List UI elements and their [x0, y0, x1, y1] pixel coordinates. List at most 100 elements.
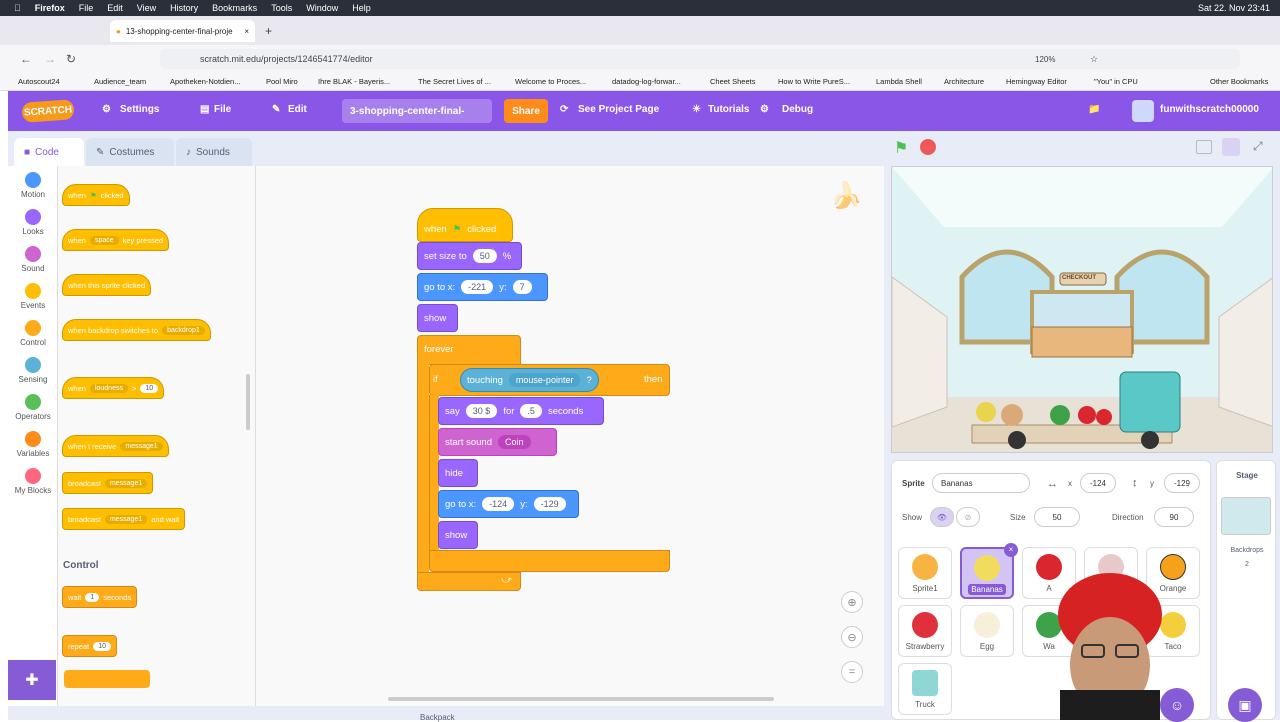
category-sensing[interactable]: Sensing: [8, 357, 58, 384]
menu-edit[interactable]: Edit: [107, 3, 123, 13]
palette-when-flag-clicked[interactable]: when ⚑ clicked: [62, 184, 130, 206]
zoom-level[interactable]: 120%: [1035, 55, 1055, 64]
app-name[interactable]: Firefox: [35, 3, 65, 13]
direction-field[interactable]: 90: [1154, 507, 1194, 527]
menu-history[interactable]: History: [170, 3, 198, 13]
extension-button[interactable]: ✚: [8, 660, 56, 700]
bookmark-item[interactable]: Cheet Sheets: [710, 77, 755, 86]
edit-menu[interactable]: Edit: [288, 104, 307, 115]
tab-sounds[interactable]: ♪ Sounds: [176, 138, 252, 166]
bookmark-item[interactable]: datadog-log-forwar...: [612, 77, 681, 86]
palette-when-backdrop-switches[interactable]: when backdrop switches to backdrop1: [62, 319, 211, 341]
touching-dropdown[interactable]: mouse-pointer: [508, 373, 581, 387]
bookmark-item[interactable]: Hemingway Editor: [1006, 77, 1067, 86]
tab-code[interactable]: ■ Code: [14, 138, 84, 166]
small-stage-icon[interactable]: [1196, 140, 1212, 154]
bookmark-item[interactable]: Autoscout24: [18, 77, 60, 86]
menu-window[interactable]: Window: [306, 3, 338, 13]
sprite-name-input[interactable]: Bananas: [932, 473, 1030, 493]
start-sound-block[interactable]: start sound Coin: [438, 428, 557, 456]
scratch-logo[interactable]: SCRATCH: [21, 99, 75, 123]
apple-icon[interactable]: : [14, 3, 21, 13]
normal-stage-icon[interactable]: [1222, 138, 1240, 156]
sprite-tile[interactable]: Strawberry: [898, 605, 952, 657]
sprite-tile[interactable]: Egg: [960, 605, 1014, 657]
touching-block[interactable]: touching mouse-pointer?: [460, 368, 599, 392]
star-icon[interactable]: ☆: [1090, 54, 1098, 65]
key-dropdown[interactable]: space: [89, 235, 119, 245]
category-variables[interactable]: Variables: [8, 431, 58, 458]
file-menu[interactable]: File: [214, 104, 231, 115]
bookmark-item[interactable]: Ihre BLAK - Bayeris...: [318, 77, 390, 86]
delete-sprite-icon[interactable]: ×: [1004, 543, 1018, 557]
menu-bookmarks[interactable]: Bookmarks: [212, 3, 257, 13]
bookmark-item[interactable]: Pool Miro: [266, 77, 298, 86]
show-block-2[interactable]: show: [438, 521, 478, 549]
y-input[interactable]: 7: [512, 280, 532, 294]
menu-tools[interactable]: Tools: [271, 3, 292, 13]
seconds-input[interactable]: .5: [520, 404, 542, 418]
backdrop-dropdown[interactable]: backdrop1: [162, 325, 205, 335]
zoom-in-icon[interactable]: ⊕: [841, 591, 863, 613]
add-backdrop-icon[interactable]: ▣: [1228, 688, 1262, 722]
go-to-xy-block-2[interactable]: go to x: -124 y: -129: [438, 490, 579, 518]
back-icon[interactable]: ←: [20, 52, 32, 66]
menu-file[interactable]: File: [79, 3, 94, 13]
add-sprite-icon[interactable]: ☺: [1160, 688, 1194, 722]
loudness-dropdown[interactable]: loudness: [89, 383, 128, 393]
category-control[interactable]: Control: [8, 320, 58, 347]
palette-wait[interactable]: wait 1 seconds: [62, 586, 138, 608]
zoom-out-icon[interactable]: ⊖: [841, 626, 863, 648]
go-to-xy-block[interactable]: go to x: -221 y: 7: [417, 273, 548, 301]
set-size-block[interactable]: set size to 50%: [417, 242, 522, 270]
palette-when-key-pressed[interactable]: when space key pressed: [62, 229, 170, 251]
bookmark-item[interactable]: "You" in CPU: [1094, 77, 1138, 86]
green-flag-icon[interactable]: ⚑: [894, 138, 908, 158]
x-field[interactable]: -124: [1080, 473, 1116, 493]
palette-repeat[interactable]: repeat 10: [62, 635, 118, 657]
avatar[interactable]: [1132, 100, 1154, 122]
hide-block[interactable]: hide: [438, 459, 478, 487]
tab-costumes[interactable]: ✎ Costumes: [86, 138, 174, 166]
message-dropdown[interactable]: message1: [120, 441, 163, 451]
category-events[interactable]: Events: [8, 283, 58, 310]
forward-icon[interactable]: →: [44, 52, 56, 66]
clock[interactable]: Sat 22. Nov 23:41: [1198, 3, 1270, 13]
url-bar[interactable]: scratch.mit.edu/projects/1246541774/edit…: [160, 49, 1240, 69]
say-input[interactable]: 30 $: [465, 404, 498, 418]
see-project-button[interactable]: See Project Page: [578, 104, 659, 115]
wait-value[interactable]: 1: [85, 592, 100, 602]
folder-icon[interactable]: 📁: [1088, 104, 1100, 115]
workspace-scrollbar[interactable]: [388, 697, 774, 701]
message-dropdown[interactable]: message1: [104, 478, 148, 488]
bookmark-item[interactable]: Architecture: [944, 77, 984, 86]
tutorials-button[interactable]: Tutorials: [708, 104, 749, 115]
backpack-label[interactable]: Backpack: [420, 713, 455, 722]
y-input[interactable]: -129: [533, 497, 566, 511]
other-bookmarks[interactable]: Other Bookmarks: [1210, 77, 1268, 86]
menu-help[interactable]: Help: [352, 3, 371, 13]
menu-view[interactable]: View: [137, 3, 156, 13]
x-input[interactable]: -124: [482, 497, 515, 511]
project-title-input[interactable]: 3-shopping-center-final-: [342, 99, 492, 123]
repeat-value[interactable]: 10: [93, 641, 112, 651]
category-sound[interactable]: Sound: [8, 246, 58, 273]
bookmark-item[interactable]: Welcome to Proces...: [515, 77, 586, 86]
sprite-tile[interactable]: Truck: [898, 663, 952, 715]
reload-icon[interactable]: ↻: [66, 52, 76, 66]
palette-broadcast-and-wait[interactable]: broadcast message1 and wait: [62, 508, 186, 530]
forever-block[interactable]: forever: [417, 335, 521, 365]
share-button[interactable]: Share: [504, 99, 548, 123]
browser-tab[interactable]: ● 13-shopping-center-final-proje ×: [110, 20, 255, 42]
close-icon[interactable]: ×: [244, 27, 249, 36]
loudness-value[interactable]: 10: [140, 383, 159, 393]
username[interactable]: funwithscratch00000: [1160, 104, 1259, 115]
stage-selector-panel[interactable]: Stage Backdrops 2: [1216, 460, 1276, 720]
category-motion[interactable]: Motion: [8, 172, 58, 199]
fullscreen-icon[interactable]: ⤢: [1253, 139, 1263, 154]
x-input[interactable]: -221: [461, 280, 494, 294]
palette-when-loudness[interactable]: when loudness >10: [62, 377, 165, 399]
palette-when-i-receive[interactable]: when I receive message1: [62, 435, 169, 457]
palette-broadcast[interactable]: broadcast message1: [62, 472, 154, 494]
when-flag-clicked-block[interactable]: when ⚑ clicked: [417, 208, 513, 242]
